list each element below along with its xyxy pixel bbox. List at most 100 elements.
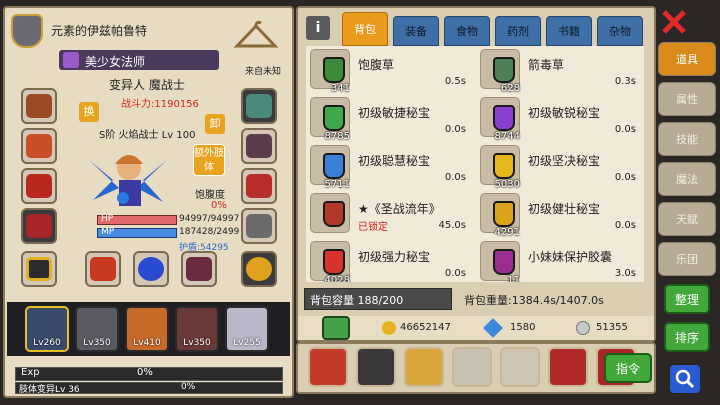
item-count: 11 <box>507 275 520 282</box>
hero-level: Lv255 <box>233 338 261 348</box>
equip-slot-accessory[interactable] <box>241 208 277 244</box>
equip-slot-armor[interactable] <box>21 168 57 204</box>
inventory-item[interactable]: 341 饱腹草 0.5s <box>306 46 474 94</box>
tab-2[interactable]: 食物 <box>444 16 490 46</box>
hero-portrait[interactable]: Lv350 <box>175 306 219 352</box>
come-from-label: 来自未知 <box>245 67 282 77</box>
equip-slot-tome[interactable] <box>181 251 217 287</box>
mp-label: MP <box>101 227 115 237</box>
hero-portrait[interactable]: Lv410 <box>125 306 169 352</box>
gold-amount: 46652147 <box>400 322 451 333</box>
tab-3[interactable]: 药剂 <box>495 16 541 46</box>
item-time: 0.0s <box>444 268 466 279</box>
equip-slot-head[interactable] <box>21 88 57 124</box>
close-icon[interactable] <box>660 8 688 36</box>
search-icon[interactable] <box>670 365 700 393</box>
hp-value: 94997/94997 <box>179 214 240 224</box>
equip-slot-belt[interactable] <box>21 208 57 244</box>
book-icon[interactable] <box>308 347 348 387</box>
equip-slot-weapon[interactable] <box>241 128 277 164</box>
tab-0[interactable]: 背包 <box>342 12 388 46</box>
necklace-icon <box>246 257 272 281</box>
hp-label: HP <box>101 214 114 224</box>
guard-text: 护盾:54295 <box>179 243 229 253</box>
equip-slot-cape[interactable] <box>241 88 277 124</box>
inventory-item[interactable]: 4028 初级强力秘宝 0.0s <box>306 238 474 282</box>
item-name: 初级强力秘宝 <box>358 250 431 264</box>
item-time: 0.0s <box>444 172 466 183</box>
satiety-label: 饱腹度 <box>195 190 225 201</box>
cape-icon <box>246 94 272 118</box>
spiral-skill-icon[interactable] <box>452 347 492 387</box>
ring-icon <box>26 257 52 281</box>
side-tab-3[interactable]: 魔法 <box>658 162 716 196</box>
tab-5[interactable]: 杂物 <box>597 16 643 46</box>
character-emblem-icon[interactable] <box>11 14 43 48</box>
glove-icon <box>246 174 272 198</box>
equip-slot-necklace[interactable] <box>241 251 277 287</box>
extra-body-button[interactable]: 额外肢体 <box>193 144 225 176</box>
inventory-item[interactable]: 8744 初级敏锐秘宝 0.0s <box>476 94 644 142</box>
feather-icon <box>90 257 116 281</box>
vortex-skill-icon[interactable] <box>500 347 540 387</box>
hero-level: Lv260 <box>33 338 61 348</box>
gold-icon <box>382 321 396 335</box>
download-icon[interactable] <box>322 316 350 340</box>
equip-slot-orb[interactable] <box>133 251 169 287</box>
order-button[interactable]: 排序 <box>664 322 710 352</box>
equip-slot-ring[interactable] <box>21 251 57 287</box>
hanger-icon[interactable] <box>233 20 279 54</box>
equip-slot-glove[interactable] <box>241 168 277 204</box>
gem-amount: 1580 <box>510 322 536 333</box>
game-screen: 元素的伊兹帕鲁特 美少女法师 来自未知 变异人 魔战士 战斗力:1190156 … <box>0 0 720 405</box>
side-tab-4[interactable]: 天赋 <box>658 202 716 236</box>
item-icon <box>493 105 515 131</box>
tab-4[interactable]: 书籍 <box>546 16 592 46</box>
bag-weight: 背包重量:1384.4s/1407.0s <box>464 294 604 307</box>
item-icon-frame <box>310 193 350 233</box>
item-count: 5711 <box>324 179 350 190</box>
inventory-item[interactable]: 11 小妹妹保护胶囊 3.0s <box>476 238 644 282</box>
item-count: 4291 <box>494 227 520 238</box>
inventory-item[interactable]: 628 箭毒草 0.3s <box>476 46 644 94</box>
item-icon <box>323 201 345 227</box>
inventory-item[interactable]: 5030 初级坚决秘宝 0.0s <box>476 142 644 190</box>
inventory-item[interactable]: 5711 初级聪慧秘宝 0.0s <box>306 142 474 190</box>
side-tab-5[interactable]: 乐团 <box>658 242 716 276</box>
cube-skill-icon[interactable] <box>548 347 588 387</box>
inventory-item[interactable]: ★《圣战流年》 已锁定 45.0s <box>306 190 474 237</box>
hero-level: Lv350 <box>83 338 111 348</box>
info-icon[interactable]: i <box>306 16 330 40</box>
axe-skill-icon[interactable] <box>356 347 396 387</box>
belt-icon <box>26 214 52 238</box>
exp-label: Exp <box>21 367 40 378</box>
side-tab-1[interactable]: 属性 <box>658 82 716 116</box>
shuriken-skill-icon[interactable] <box>404 347 444 387</box>
unload-button[interactable]: 卸 <box>205 114 225 134</box>
gear-icon <box>246 214 272 238</box>
hero-portrait[interactable]: Lv260 <box>25 306 69 352</box>
item-count: 341 <box>330 83 350 94</box>
side-tab-2[interactable]: 技能 <box>658 122 716 156</box>
swap-button[interactable]: 换 <box>79 102 99 122</box>
hat-icon <box>26 94 52 118</box>
equip-slot-shoulder[interactable] <box>21 128 57 164</box>
hero-portrait[interactable]: Lv255 <box>225 306 269 352</box>
item-name: 初级敏捷秘宝 <box>358 106 431 120</box>
equip-slot-boots[interactable] <box>85 251 121 287</box>
class-title: 美少女法师 <box>85 55 146 69</box>
hero-level: Lv350 <box>183 338 211 348</box>
item-icon <box>323 57 345 83</box>
hero-portrait[interactable]: Lv350 <box>75 306 119 352</box>
item-icon <box>323 105 345 131</box>
side-tab-0[interactable]: 道具 <box>658 42 716 76</box>
inventory-item[interactable]: 8785 初级敏捷秘宝 0.0s <box>306 94 474 142</box>
sort-button[interactable]: 整理 <box>664 284 710 314</box>
exp-value: 0% <box>137 367 153 378</box>
tab-1[interactable]: 装备 <box>393 16 439 46</box>
item-list: 341 饱腹草 0.5s 628 箭毒草 0.3s 8785 初级敏捷秘宝 0.0s 8744 初级… <box>306 46 644 282</box>
mutation-label: 肢体变异Lv 36 <box>19 385 80 395</box>
command-button[interactable]: 指令 <box>604 353 652 383</box>
orb-icon <box>138 257 164 281</box>
inventory-item[interactable]: 4291 初级健壮秘宝 0.0s <box>476 190 644 238</box>
